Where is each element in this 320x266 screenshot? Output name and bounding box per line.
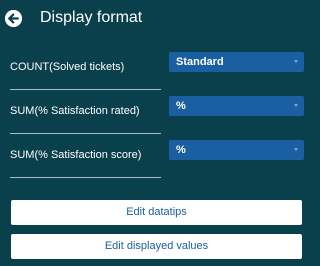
field-label: COUNT(Solved tickets) <box>10 61 125 73</box>
format-row-satisfaction-score: SUM(% Satisfaction score) % <box>10 138 304 178</box>
field-label: SUM(% Satisfaction score) <box>10 149 142 161</box>
format-select[interactable]: % <box>169 96 304 116</box>
format-select[interactable]: % <box>169 140 304 160</box>
divider <box>10 133 161 134</box>
edit-displayed-values-button[interactable]: Edit displayed values <box>11 234 302 259</box>
field-label: SUM(% Satisfaction rated) <box>10 105 140 117</box>
back-arrow-circle-icon[interactable] <box>5 10 22 27</box>
chevron-down-icon <box>294 104 298 107</box>
chevron-down-icon <box>294 148 298 151</box>
edit-datatips-button[interactable]: Edit datatips <box>11 200 302 225</box>
divider <box>10 89 161 90</box>
page-title: Display format <box>40 9 143 26</box>
select-value: % <box>176 144 186 156</box>
panel-header: Display format <box>0 0 317 38</box>
select-value: % <box>176 100 186 112</box>
format-row-solved-tickets: COUNT(Solved tickets) Standard <box>10 50 304 90</box>
divider <box>10 177 161 178</box>
display-format-panel: Display format COUNT(Solved tickets) Sta… <box>0 0 317 266</box>
format-row-satisfaction-rated: SUM(% Satisfaction rated) % <box>10 94 304 134</box>
select-value: Standard <box>176 56 224 68</box>
chevron-down-icon <box>294 60 298 63</box>
format-select[interactable]: Standard <box>169 52 304 72</box>
